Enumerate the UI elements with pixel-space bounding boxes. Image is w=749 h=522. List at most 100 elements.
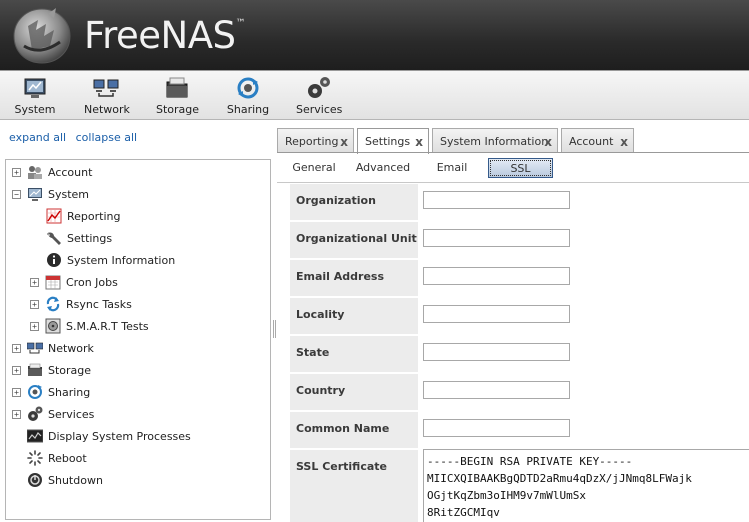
tree-item-reboot[interactable]: Reboot xyxy=(27,448,87,468)
freenas-logo-icon xyxy=(13,8,71,64)
toolbar-services-button[interactable]: Services xyxy=(296,76,342,118)
tree-item-label: System xyxy=(48,187,90,201)
services-icon xyxy=(28,406,43,421)
state-input[interactable] xyxy=(423,343,570,361)
subtab-advanced[interactable]: Advanced xyxy=(355,158,411,178)
form-row-organizational-unit: Organizational Unit xyxy=(290,222,749,258)
processes-icon xyxy=(27,429,43,443)
field-label: Organizational Unit xyxy=(290,222,418,258)
calendar-icon xyxy=(45,275,61,290)
tree-item-storage[interactable]: + Storage xyxy=(12,360,91,380)
tree-item-smart-tests[interactable]: + S.M.A.R.T Tests xyxy=(30,316,149,336)
collapse-all-link[interactable]: collapse all xyxy=(76,131,137,144)
country-input[interactable] xyxy=(423,381,570,399)
tree-item-label: Shutdown xyxy=(48,473,103,487)
close-icon[interactable]: x xyxy=(544,135,552,149)
tab-label: Account xyxy=(569,134,614,148)
field-label: Country xyxy=(290,374,418,410)
tree-item-cron-jobs[interactable]: + Cron Jobs xyxy=(30,272,118,292)
sync-icon xyxy=(46,296,60,312)
tree-item-system-information[interactable]: System Information xyxy=(46,250,175,270)
sharing-icon xyxy=(28,385,42,399)
common-name-input[interactable] xyxy=(423,419,570,437)
tree-item-label: Account xyxy=(48,165,93,179)
expand-icon[interactable]: + xyxy=(12,409,21,419)
navigation-tree: + Account − System Reporting Settings Sy… xyxy=(5,159,271,520)
disk-test-icon xyxy=(45,318,61,334)
header-bar: FreeNAS™ xyxy=(0,0,749,70)
ssl-certificate-textarea[interactable]: -----BEGIN RSA PRIVATE KEY----- MIICXQIB… xyxy=(423,449,749,522)
tree-item-display-system-processes[interactable]: Display System Processes xyxy=(27,426,191,446)
tree-item-label: Cron Jobs xyxy=(66,275,118,289)
tree-item-network[interactable]: + Network xyxy=(12,338,94,358)
tree-item-label: System Information xyxy=(67,253,176,267)
toolbar-storage-button[interactable]: Storage xyxy=(156,76,199,118)
network-icon xyxy=(93,79,119,97)
subtab-general[interactable]: General xyxy=(291,158,337,178)
expand-icon[interactable]: + xyxy=(12,343,21,353)
tab-reporting[interactable]: Reporting x xyxy=(277,128,354,153)
field-label: Email Address xyxy=(290,260,418,296)
tree-item-reporting[interactable]: Reporting xyxy=(46,206,120,226)
field-label: State xyxy=(290,336,418,372)
reboot-icon xyxy=(27,450,43,466)
field-label: Common Name xyxy=(290,412,418,448)
tab-account[interactable]: Account x xyxy=(561,128,634,153)
tree-item-account[interactable]: + Account xyxy=(12,162,92,182)
expand-icon[interactable]: + xyxy=(12,167,21,177)
tree-item-label: Services xyxy=(48,407,95,421)
tree-item-label: Rsync Tasks xyxy=(66,297,132,311)
tree-item-label: Network xyxy=(48,341,94,355)
shutdown-icon xyxy=(28,473,42,487)
sharing-icon xyxy=(237,77,259,99)
close-icon[interactable]: x xyxy=(340,135,348,149)
reporting-icon xyxy=(46,208,62,224)
form-row-organization: Organization xyxy=(290,184,749,220)
tree-item-services[interactable]: + Services xyxy=(12,404,94,424)
toolbar-sharing-button[interactable]: Sharing xyxy=(226,76,270,118)
expand-icon[interactable]: + xyxy=(12,387,21,397)
collapse-icon[interactable]: − xyxy=(12,189,21,199)
form-row-state: State xyxy=(290,336,749,372)
form-row-common-name: Common Name xyxy=(290,412,749,448)
tab-settings[interactable]: Settings x xyxy=(357,128,429,154)
tree-item-label: Display System Processes xyxy=(48,429,191,443)
organizational-unit-input[interactable] xyxy=(423,229,570,247)
form-row-locality: Locality xyxy=(290,298,749,334)
info-icon xyxy=(47,253,61,267)
close-icon[interactable]: x xyxy=(620,135,628,149)
expand-icon[interactable]: + xyxy=(12,365,21,375)
tree-item-label: Reboot xyxy=(48,451,87,465)
organization-input[interactable] xyxy=(423,191,570,209)
email-address-input[interactable] xyxy=(423,267,570,285)
tree-item-rsync-tasks[interactable]: + Rsync Tasks xyxy=(30,294,132,314)
expand-icon[interactable]: + xyxy=(30,277,39,287)
close-icon[interactable]: x xyxy=(415,135,423,149)
tab-system-information[interactable]: System Information x xyxy=(432,128,558,153)
account-icon xyxy=(28,166,42,179)
tree-item-shutdown[interactable]: Shutdown xyxy=(27,470,103,490)
expand-icon[interactable]: + xyxy=(30,299,39,309)
expand-all-link[interactable]: expand all xyxy=(9,131,66,144)
tree-item-system[interactable]: − System xyxy=(12,184,89,204)
locality-input[interactable] xyxy=(423,305,570,323)
field-label: Organization xyxy=(290,184,418,220)
services-icon xyxy=(308,77,330,98)
field-label: Locality xyxy=(290,298,418,334)
subtab-email[interactable]: Email xyxy=(433,158,471,178)
toolbar-system-button[interactable]: System xyxy=(14,76,56,118)
wrench-icon xyxy=(47,232,61,245)
tree-controls: expand all collapse all xyxy=(9,131,143,144)
system-icon xyxy=(24,78,46,98)
tree-item-settings[interactable]: Settings xyxy=(46,228,112,248)
tab-label: Settings xyxy=(365,135,411,148)
brand-name: FreeNAS™ xyxy=(84,14,245,57)
tree-item-sharing[interactable]: + Sharing xyxy=(12,382,90,402)
network-icon xyxy=(27,342,43,354)
subtab-ssl[interactable]: SSL xyxy=(488,158,553,178)
toolbar-network-button[interactable]: Network xyxy=(84,76,130,118)
tree-item-label: S.M.A.R.T Tests xyxy=(66,319,149,333)
panel-splitter-handle[interactable] xyxy=(273,320,276,338)
subtab-bar: General Advanced Email SSL xyxy=(277,153,749,183)
expand-icon[interactable]: + xyxy=(30,321,39,331)
